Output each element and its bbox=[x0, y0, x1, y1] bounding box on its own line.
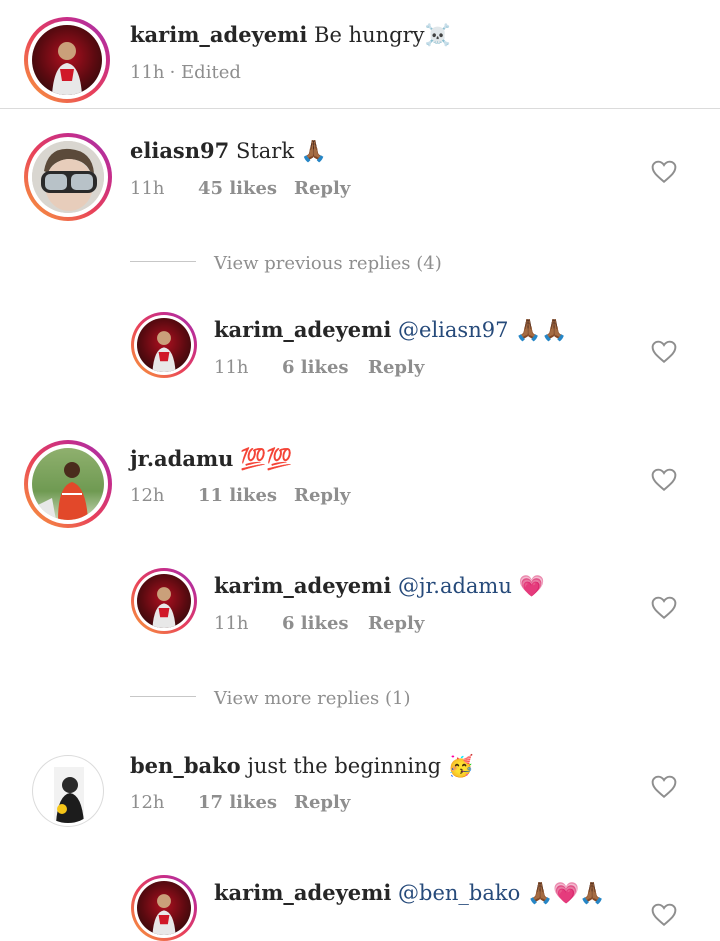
reply-button[interactable]: Reply bbox=[294, 792, 350, 813]
comment-username[interactable]: eliasn97 bbox=[130, 138, 229, 163]
caption-text: Be hungry☠️ bbox=[314, 23, 451, 47]
person-avatar-icon bbox=[54, 767, 84, 823]
view-previous-replies-button[interactable]: View previous replies (4) bbox=[214, 253, 442, 274]
heart-icon[interactable] bbox=[651, 160, 677, 184]
comment-avatar[interactable] bbox=[32, 755, 104, 827]
goggles-avatar-icon bbox=[32, 141, 104, 213]
player-avatar-icon bbox=[52, 42, 82, 95]
caption-divider bbox=[0, 108, 720, 109]
replies-divider-line bbox=[130, 696, 196, 697]
reply-text: 🙏🏾💗🙏🏾 bbox=[526, 881, 606, 905]
reply-avatar[interactable] bbox=[131, 312, 197, 378]
player-avatar-icon bbox=[32, 462, 88, 520]
reply-username[interactable]: karim_adeyemi bbox=[214, 573, 391, 598]
replies-divider-line bbox=[130, 261, 196, 262]
comment-text: just the beginning 🥳 bbox=[247, 754, 474, 778]
comment-username[interactable]: ben_bako bbox=[130, 753, 241, 778]
reply-time: 11h bbox=[214, 357, 249, 378]
reply-mention[interactable]: @ben_bako bbox=[398, 881, 520, 905]
comment-avatar[interactable] bbox=[24, 133, 112, 221]
reply-username[interactable]: karim_adeyemi bbox=[214, 317, 391, 342]
comment-likes[interactable]: 11 likes bbox=[198, 485, 277, 506]
comment-text: 💯💯 bbox=[240, 447, 293, 471]
reply-button[interactable]: Reply bbox=[294, 485, 350, 506]
reply-mention[interactable]: @eliasn97 bbox=[398, 318, 508, 342]
heart-icon[interactable] bbox=[651, 340, 677, 364]
reply-likes[interactable]: 6 likes bbox=[282, 613, 349, 634]
reply-avatar[interactable] bbox=[131, 875, 197, 941]
comment-username[interactable]: jr.adamu bbox=[130, 446, 233, 471]
heart-icon[interactable] bbox=[651, 903, 677, 927]
heart-icon[interactable] bbox=[651, 468, 677, 492]
heart-icon[interactable] bbox=[651, 775, 677, 799]
caption-time: 11h bbox=[130, 62, 165, 83]
reply-likes[interactable]: 6 likes bbox=[282, 357, 349, 378]
reply-text: 🙏🏾🙏🏾 bbox=[515, 318, 568, 342]
reply-time: 11h bbox=[214, 613, 249, 634]
comment-likes[interactable]: 45 likes bbox=[198, 178, 277, 199]
player-avatar-icon bbox=[152, 587, 176, 628]
caption-username[interactable]: karim_adeyemi bbox=[130, 22, 307, 47]
caption-avatar[interactable] bbox=[24, 17, 110, 103]
reply-button[interactable]: Reply bbox=[294, 178, 350, 199]
caption-edited: · Edited bbox=[169, 62, 241, 83]
comment-avatar[interactable] bbox=[24, 440, 112, 528]
comment-time: 12h bbox=[130, 485, 165, 506]
comment-likes[interactable]: 17 likes bbox=[198, 792, 277, 813]
reply-mention[interactable]: @jr.adamu bbox=[398, 574, 512, 598]
heart-icon[interactable] bbox=[651, 596, 677, 620]
comment-time: 11h bbox=[130, 178, 165, 199]
comment-time: 12h bbox=[130, 792, 165, 813]
reply-username[interactable]: karim_adeyemi bbox=[214, 880, 391, 905]
reply-avatar[interactable] bbox=[131, 568, 197, 634]
reply-button[interactable]: Reply bbox=[368, 357, 424, 378]
reply-button[interactable]: Reply bbox=[368, 613, 424, 634]
player-avatar-icon bbox=[152, 331, 176, 372]
view-more-replies-button[interactable]: View more replies (1) bbox=[214, 688, 411, 709]
reply-text: 💗 bbox=[518, 574, 545, 598]
comment-text: Stark 🙏🏾 bbox=[235, 139, 327, 163]
